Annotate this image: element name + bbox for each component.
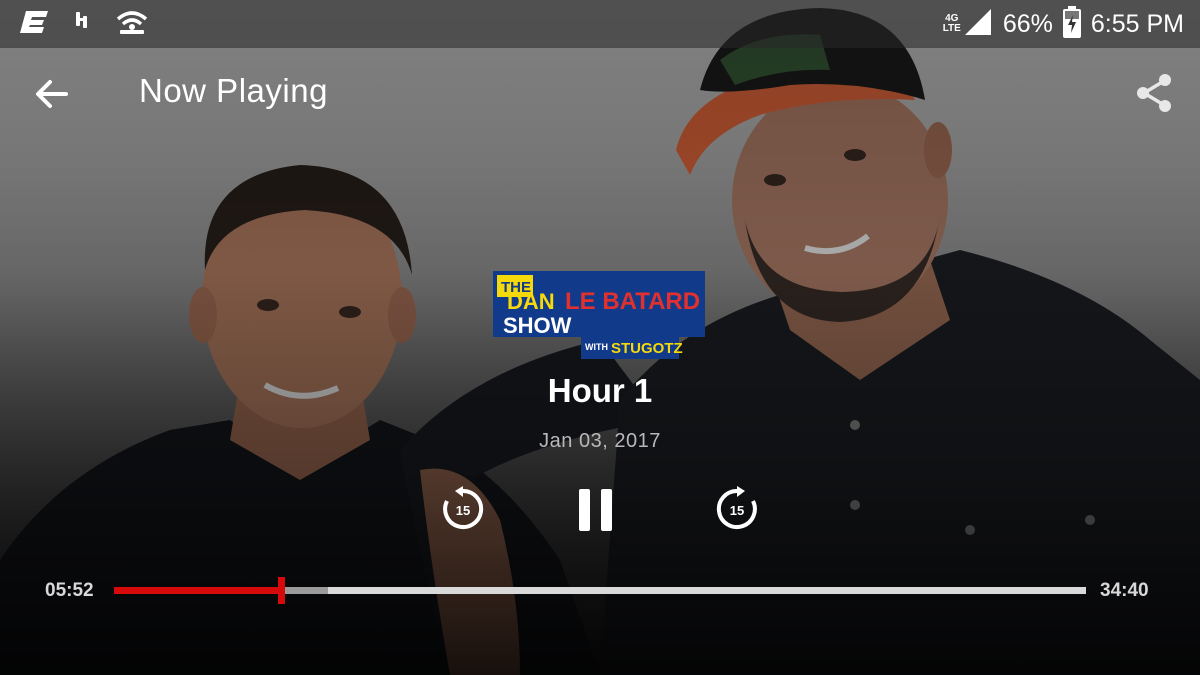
episode-date: Jan 03, 2017 — [539, 430, 661, 452]
battery-charging-icon — [1062, 5, 1081, 43]
status-bar: 4G LTE 66% 6:55 PM — [0, 0, 1200, 48]
forward-seconds-label: 15 — [729, 503, 745, 518]
network-type-label: 4G LTE — [943, 14, 961, 34]
episode-title: Hour 1 — [547, 372, 653, 409]
logo-stugotz-text: STUGOTZ — [611, 340, 683, 357]
forward-15-button[interactable]: 15 — [714, 486, 760, 532]
share-button[interactable] — [1134, 72, 1176, 114]
espn-app-icon — [20, 10, 48, 38]
arrow-left-icon — [36, 80, 68, 108]
battery-percent: 66% — [1002, 9, 1053, 38]
pause-button[interactable] — [576, 487, 616, 533]
logo-dan-text: DAN — [507, 289, 555, 314]
logo-show-text: SHOW — [503, 313, 572, 338]
app-bar: Now Playing — [0, 48, 1200, 138]
rewind-15-button[interactable]: 15 — [440, 486, 486, 532]
back-button[interactable] — [30, 72, 74, 116]
total-duration: 34:40 — [1100, 580, 1149, 601]
page-title: Now Playing — [139, 72, 328, 109]
signal-icon — [963, 7, 993, 42]
network-type-bottom: LTE — [942, 23, 961, 34]
seek-bar[interactable] — [114, 577, 1086, 604]
wifi-hotspot-icon — [116, 9, 148, 40]
pause-icon — [579, 489, 612, 531]
seek-bar-played — [114, 587, 282, 594]
seek-bar-thumb[interactable] — [278, 577, 286, 604]
clock: 6:55 PM — [1090, 9, 1184, 38]
rewind-seconds-label: 15 — [455, 503, 471, 518]
logo-with-text: WITH — [585, 342, 608, 352]
share-icon — [1137, 74, 1171, 112]
logo-lebatard-text: LE BATARD — [565, 288, 700, 315]
show-logo: THE DAN LE BATARD SHOW WITH STUGOTZ — [493, 271, 705, 361]
headset-icon — [74, 10, 90, 39]
elapsed-time: 05:52 — [45, 580, 94, 601]
